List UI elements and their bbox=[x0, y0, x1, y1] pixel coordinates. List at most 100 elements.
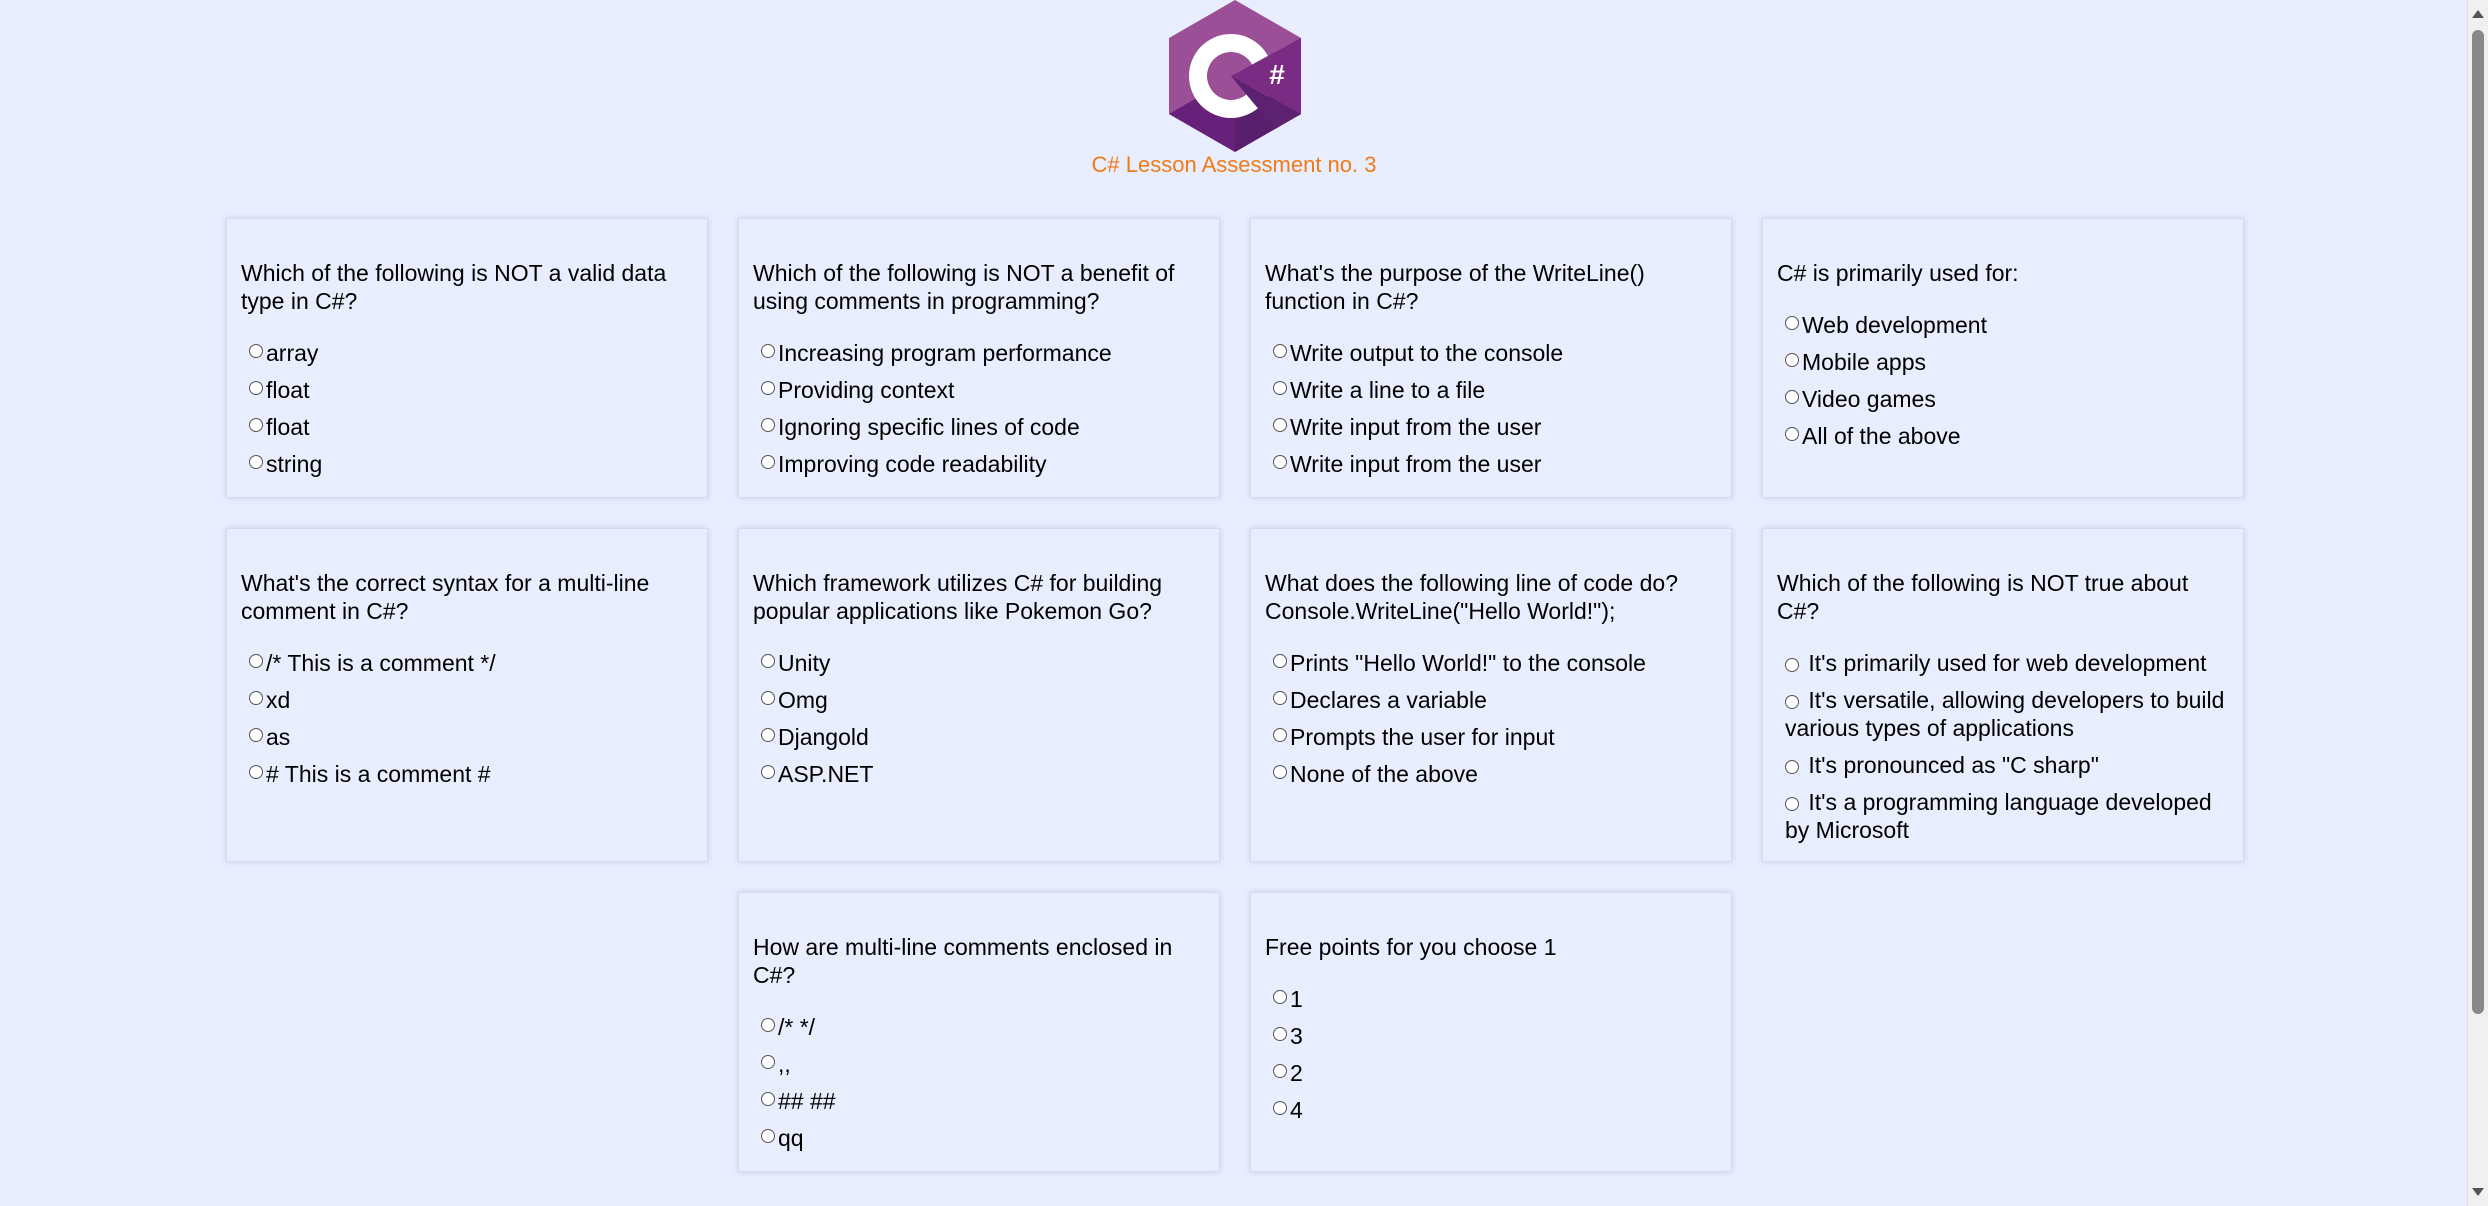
answer-option[interactable]: Prints "Hello World!" to the console bbox=[1265, 649, 1717, 677]
answer-option[interactable]: string bbox=[241, 450, 693, 478]
question-text: How are multi-line comments enclosed in … bbox=[753, 934, 1173, 988]
radio-button[interactable] bbox=[1273, 1064, 1287, 1078]
answer-option[interactable]: Declares a variable bbox=[1265, 686, 1717, 714]
radio-button[interactable] bbox=[1273, 1027, 1287, 1041]
radio-button[interactable] bbox=[761, 455, 775, 469]
radio-button[interactable] bbox=[1273, 455, 1287, 469]
answer-option[interactable]: float bbox=[241, 413, 693, 441]
question-text: Free points for you choose 1 bbox=[1265, 934, 1557, 960]
answer-option[interactable]: ASP.NET bbox=[753, 760, 1205, 788]
scroll-down-icon[interactable] bbox=[2472, 1188, 2484, 1196]
radio-button[interactable] bbox=[249, 455, 263, 469]
answer-option[interactable]: Improving code readability bbox=[753, 450, 1205, 478]
radio-button[interactable] bbox=[1273, 381, 1287, 395]
assessment-page: # C# Lesson Assessment no. 3 Which of th… bbox=[0, 0, 2468, 1206]
radio-button[interactable] bbox=[1785, 427, 1799, 441]
radio-button[interactable] bbox=[1785, 353, 1799, 367]
radio-button[interactable] bbox=[761, 381, 775, 395]
answer-option[interactable]: 4 bbox=[1265, 1096, 1717, 1124]
answer-option[interactable]: # This is a comment # bbox=[241, 760, 693, 788]
answer-option[interactable]: It's pronounced as "C sharp" bbox=[1777, 751, 2229, 779]
answer-option[interactable]: It's primarily used for web development bbox=[1777, 649, 2229, 677]
csharp-logo-icon: # bbox=[1165, 0, 1305, 152]
question-card-2: Which of the following is NOT a benefit … bbox=[738, 218, 1220, 498]
answer-option[interactable]: All of the above bbox=[1777, 422, 2229, 450]
radio-button[interactable] bbox=[1273, 1101, 1287, 1115]
question-text: Which framework utilizes C# for building… bbox=[753, 570, 1163, 624]
answer-option[interactable]: Increasing program performance bbox=[753, 339, 1205, 367]
radio-button[interactable] bbox=[249, 765, 263, 779]
radio-button[interactable] bbox=[249, 691, 263, 705]
answer-option[interactable]: ## ## bbox=[753, 1087, 1205, 1115]
answer-option[interactable]: Write output to the console bbox=[1265, 339, 1717, 367]
answer-option[interactable]: Unity bbox=[753, 649, 1205, 677]
radio-button[interactable] bbox=[1273, 418, 1287, 432]
answer-option[interactable]: /* This is a comment */ bbox=[241, 649, 693, 677]
answer-option[interactable]: as bbox=[241, 723, 693, 751]
radio-button[interactable] bbox=[249, 381, 263, 395]
radio-button[interactable] bbox=[761, 1129, 775, 1143]
radio-button[interactable] bbox=[761, 691, 775, 705]
radio-button[interactable] bbox=[249, 344, 263, 358]
answer-option[interactable]: It's a programming language developed by… bbox=[1777, 788, 2229, 844]
radio-button[interactable] bbox=[761, 728, 775, 742]
answer-option[interactable]: Ignoring specific lines of code bbox=[753, 413, 1205, 441]
radio-button[interactable] bbox=[1273, 344, 1287, 358]
radio-button[interactable] bbox=[249, 654, 263, 668]
question-text: Which of the following is NOT a benefit … bbox=[753, 260, 1175, 314]
radio-button[interactable] bbox=[761, 344, 775, 358]
radio-button[interactable] bbox=[761, 1055, 775, 1069]
scroll-up-icon[interactable] bbox=[2472, 10, 2484, 18]
answer-option[interactable]: Write input from the user bbox=[1265, 450, 1717, 478]
radio-button[interactable] bbox=[761, 1018, 775, 1032]
answer-option[interactable]: Mobile apps bbox=[1777, 348, 2229, 376]
scroll-thumb[interactable] bbox=[2472, 30, 2484, 1014]
page-title: C# Lesson Assessment no. 3 bbox=[1091, 152, 1377, 177]
radio-button[interactable] bbox=[1785, 695, 1799, 709]
answer-option[interactable]: None of the above bbox=[1265, 760, 1717, 788]
radio-button[interactable] bbox=[761, 418, 775, 432]
radio-button[interactable] bbox=[1785, 760, 1799, 774]
radio-button[interactable] bbox=[249, 418, 263, 432]
answer-option[interactable]: Djangold bbox=[753, 723, 1205, 751]
radio-button[interactable] bbox=[1785, 316, 1799, 330]
answer-option[interactable]: 1 bbox=[1265, 985, 1717, 1013]
radio-button[interactable] bbox=[249, 728, 263, 742]
radio-button[interactable] bbox=[761, 765, 775, 779]
radio-button[interactable] bbox=[761, 1092, 775, 1106]
answer-option[interactable]: array bbox=[241, 339, 693, 367]
answer-option[interactable]: ,, bbox=[753, 1050, 1205, 1078]
answer-option[interactable]: Write input from the user bbox=[1265, 413, 1717, 441]
radio-button[interactable] bbox=[1785, 390, 1799, 404]
radio-button[interactable] bbox=[1785, 658, 1799, 672]
radio-button[interactable] bbox=[1785, 797, 1799, 811]
answer-option[interactable]: Write a line to a file bbox=[1265, 376, 1717, 404]
question-text: C# is primarily used for: bbox=[1777, 260, 2019, 286]
question-card-9: How are multi-line comments enclosed in … bbox=[738, 892, 1220, 1172]
question-text: Which of the following is NOT a valid da… bbox=[241, 260, 667, 314]
radio-button[interactable] bbox=[1273, 691, 1287, 705]
answer-option[interactable]: qq bbox=[753, 1124, 1205, 1152]
vertical-scrollbar[interactable] bbox=[2467, 0, 2488, 1206]
answer-option[interactable]: Prompts the user for input bbox=[1265, 723, 1717, 751]
answer-option[interactable]: 2 bbox=[1265, 1059, 1717, 1087]
radio-button[interactable] bbox=[1273, 765, 1287, 779]
answer-option[interactable]: It's versatile, allowing developers to b… bbox=[1777, 686, 2229, 742]
question-card-1: Which of the following is NOT a valid da… bbox=[226, 218, 708, 498]
answer-option[interactable]: Omg bbox=[753, 686, 1205, 714]
answer-option[interactable]: xd bbox=[241, 686, 693, 714]
answer-option[interactable]: float bbox=[241, 376, 693, 404]
answer-option[interactable]: Video games bbox=[1777, 385, 2229, 413]
question-text: What's the correct syntax for a multi-li… bbox=[241, 570, 650, 624]
question-card-7: What does the following line of code do?… bbox=[1250, 528, 1732, 862]
answer-option[interactable]: Web development bbox=[1777, 311, 2229, 339]
answer-option[interactable]: 3 bbox=[1265, 1022, 1717, 1050]
answer-option[interactable]: Providing context bbox=[753, 376, 1205, 404]
radio-button[interactable] bbox=[761, 654, 775, 668]
radio-button[interactable] bbox=[1273, 728, 1287, 742]
radio-button[interactable] bbox=[1273, 654, 1287, 668]
question-text: Which of the following is NOT true about… bbox=[1777, 570, 2189, 624]
answer-option[interactable]: /* */ bbox=[753, 1013, 1205, 1041]
question-card-4: C# is primarily used for: Web developmen… bbox=[1762, 218, 2244, 498]
radio-button[interactable] bbox=[1273, 990, 1287, 1004]
